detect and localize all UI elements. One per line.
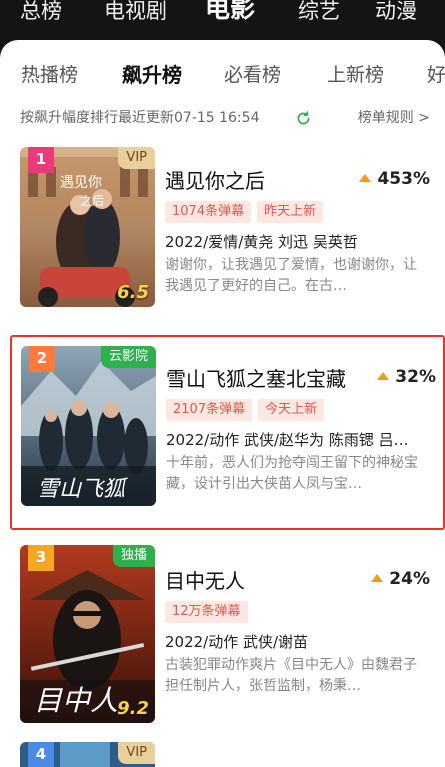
rise-percent: 32% (377, 367, 436, 387)
movie-description: 十年前，恶人们为抢夺闯王留下的神秘宝藏，设计引出大侠苗人凤与宝… (166, 455, 418, 492)
danmaku-count-tag: 2107条弹幕 (166, 399, 253, 421)
svg-text:之后: 之后 (80, 194, 104, 208)
vip-badge: VIP (118, 147, 155, 169)
poster-image[interactable]: 4 VIP (20, 742, 155, 767)
poster-image[interactable]: 遇见你 之后 1 VIP 6.5 (20, 147, 155, 307)
rise-arrow-icon (371, 574, 384, 582)
rank-badge: 4 (28, 742, 54, 767)
item-detail: 目中无人 24% 12万条弹幕 2022/动作 武侠/谢苗 古装犯罪动作爽片《目… (165, 567, 430, 697)
item-detail: 遇见你之后 453% 1074条弹幕 昨天上新 2022/爱情/黄尧 刘迅 吴英哲… (165, 167, 430, 297)
tab-good[interactable]: 好 (427, 60, 445, 90)
tag-list: 12万条弹幕 (165, 600, 430, 623)
rank-badge: 1 (28, 147, 54, 173)
tab-hot[interactable]: 热播榜 (21, 60, 78, 90)
cloud-cinema-badge: 云影院 (100, 346, 156, 368)
top-tab-overall[interactable]: 总榜 (20, 0, 62, 26)
refresh-icon[interactable] (295, 110, 312, 127)
svg-text:雪山飞狐: 雪山飞狐 (37, 477, 129, 502)
svg-text:目中人: 目中人 (34, 684, 118, 717)
tab-must-watch[interactable]: 必看榜 (224, 60, 281, 90)
poster-image[interactable]: 雪山飞狐 2 云影院 (21, 346, 156, 506)
danmaku-count-tag: 12万条弹幕 (165, 601, 248, 623)
tag-list: 2107条弹幕 今天上新 (166, 398, 436, 421)
list-item[interactable]: 4 VIP (0, 742, 445, 767)
rise-arrow-icon (377, 372, 390, 380)
poster-art: 目中人 (20, 545, 155, 723)
sub-tabs: 热播榜 飙升榜 必看榜 上新榜 好 (0, 60, 445, 90)
release-tag: 今天上新 (258, 399, 325, 421)
rise-value: 453% (377, 169, 430, 189)
rating-score: 6.5 (117, 282, 149, 303)
rank-badge: 2 (29, 346, 55, 372)
rating-score: 9.2 (117, 698, 149, 719)
poster-image[interactable]: 目中人 3 独播 9.2 (20, 545, 155, 723)
list-item[interactable]: 雪山飞狐 2 云影院 雪山飞狐之塞北宝藏 32% 2107条弹幕 今天上新 202… (10, 335, 445, 530)
exclusive-badge: 独播 (112, 545, 155, 567)
update-info-row: 按飙升幅度排行最近更新07-15 16:54 榜单规则 > (20, 106, 430, 130)
rise-percent: 453% (359, 169, 430, 189)
movie-meta: 2022/爱情/黄尧 刘迅 吴英哲 (165, 233, 358, 251)
vip-badge: VIP (118, 742, 155, 764)
danmaku-count-tag: 1074条弹幕 (165, 201, 252, 223)
release-tag: 昨天上新 (257, 201, 324, 223)
tab-rising[interactable]: 飙升榜 (122, 60, 182, 90)
list-item[interactable]: 目中人 3 独播 9.2 目中无人 24% 12万条弹幕 2022/动作 武侠/… (0, 545, 445, 725)
movie-description: 谢谢你，让我遇见了爱情，也谢谢你，让我遇见了更好的自己。在古… (165, 257, 417, 294)
ranking-rules-link[interactable]: 榜单规则 > (358, 106, 430, 130)
rise-percent: 24% (371, 569, 430, 589)
movie-meta: 2022/动作 武侠/赵华为 陈雨锶 吕… (166, 431, 409, 449)
top-tab-movie[interactable]: 电影 (205, 0, 255, 24)
rank-badge: 3 (28, 545, 54, 571)
top-tab-tv[interactable]: 电视剧 (104, 0, 167, 26)
rise-arrow-icon (359, 174, 372, 182)
rise-value: 32% (395, 367, 436, 387)
tab-new[interactable]: 上新榜 (327, 60, 384, 90)
movie-meta: 2022/动作 武侠/谢苗 (165, 633, 309, 651)
list-item[interactable]: 遇见你 之后 1 VIP 6.5 遇见你之后 453% 1074条弹幕 昨天上新 … (0, 147, 445, 327)
tag-list: 1074条弹幕 昨天上新 (165, 200, 430, 223)
svg-text:遇见你: 遇见你 (60, 175, 102, 191)
movie-description: 古装犯罪动作爽片《目中无人》由魏君子担任制片人，张哲监制，杨秉… (165, 657, 417, 694)
top-tab-variety[interactable]: 综艺 (298, 0, 340, 26)
update-info-text: 按飙升幅度排行最近更新07-15 16:54 (20, 110, 260, 126)
rise-value: 24% (389, 569, 430, 589)
item-detail: 雪山飞狐之塞北宝藏 32% 2107条弹幕 今天上新 2022/动作 武侠/赵华为… (166, 365, 436, 495)
top-tab-anime[interactable]: 动漫 (375, 0, 417, 26)
